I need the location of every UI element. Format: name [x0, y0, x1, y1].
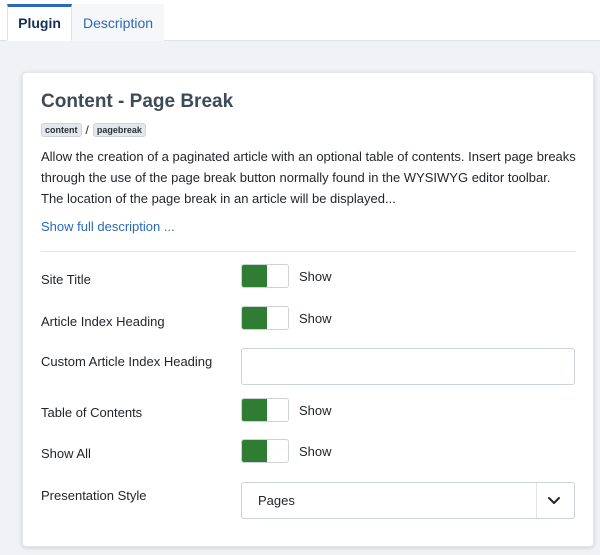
show-all-label: Show All [41, 446, 91, 461]
show-all-state: Show [299, 444, 332, 459]
plugin-description: Allow the creation of a paginated articl… [41, 149, 576, 206]
presentation-style-value: Pages [258, 493, 295, 508]
tab-description[interactable]: Description [72, 4, 164, 41]
tab-bar: Plugin Description [0, 0, 600, 41]
plugin-title: Content - Page Break [41, 91, 234, 112]
site-title-label: Site Title [41, 272, 91, 287]
divider [41, 251, 576, 252]
show-full-description-link[interactable]: Show full description ... [41, 219, 175, 234]
article-index-heading-label: Article Index Heading [41, 314, 165, 329]
presentation-style-label: Presentation Style [41, 488, 147, 503]
toggle-knob [242, 399, 267, 421]
table-of-contents-toggle[interactable] [241, 398, 289, 422]
custom-article-index-heading-input[interactable] [241, 348, 575, 385]
tab-plugin[interactable]: Plugin [7, 4, 72, 41]
toggle-knob [242, 265, 267, 287]
article-index-heading-state: Show [299, 311, 332, 326]
presentation-style-select[interactable]: Pages [241, 482, 575, 519]
site-title-toggle[interactable] [241, 264, 289, 288]
plugin-badges: content / pagebreak [41, 123, 146, 137]
article-index-heading-toggle[interactable] [241, 306, 289, 330]
site-title-state: Show [299, 269, 332, 284]
chevron-down-icon [548, 497, 560, 504]
show-all-toggle[interactable] [241, 439, 289, 463]
toggle-knob [242, 307, 267, 329]
custom-article-index-heading-label: Custom Article Index Heading [41, 354, 213, 369]
toggle-knob [242, 440, 267, 462]
plugin-card: Content - Page Break content / pagebreak… [22, 72, 594, 547]
group-badge: content [41, 123, 82, 137]
table-of-contents-label: Table of Contents [41, 405, 143, 420]
select-divider [536, 483, 537, 518]
element-badge: pagebreak [92, 123, 146, 137]
badge-separator: / [85, 123, 89, 137]
table-of-contents-state: Show [299, 403, 332, 418]
